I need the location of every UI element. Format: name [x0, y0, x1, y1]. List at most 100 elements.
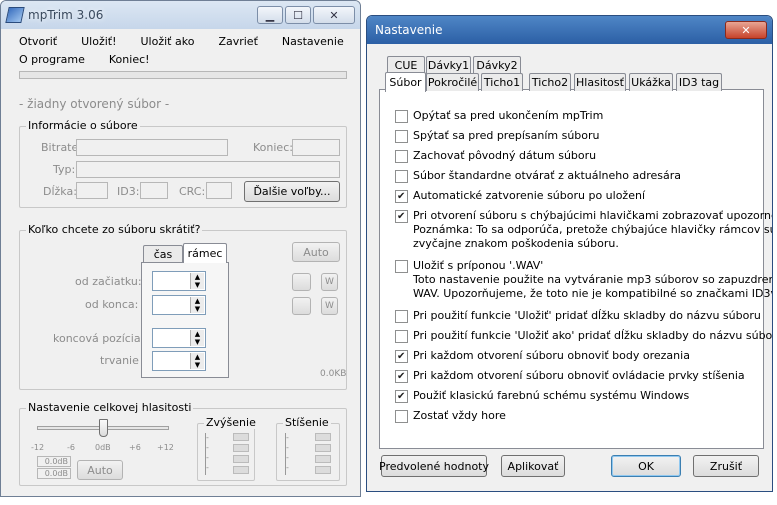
option-text: Použiť klasickú farebnú schému systému W…	[413, 389, 689, 403]
volume-tick-m6: -6	[67, 443, 75, 452]
volume-slider-thumb[interactable]	[99, 419, 108, 437]
close-button[interactable]: ✕	[313, 6, 355, 24]
option-note-line: Poznámka: To sa odporúča, pretože chýbaj…	[413, 223, 773, 236]
option-checkbox[interactable]	[395, 150, 408, 163]
volume-auto-button[interactable]: Auto	[77, 460, 123, 480]
option-row[interactable]: Zostať vždy hore	[395, 409, 506, 423]
tab-frame[interactable]: rámec	[183, 243, 227, 263]
option-label: Spýtať sa pred prepísaním súboru	[413, 129, 600, 142]
option-checkbox[interactable]	[395, 110, 408, 123]
option-checkbox[interactable]	[395, 190, 408, 203]
option-text: Pri každom otvorení súboru obnoviť ovlád…	[413, 369, 745, 383]
tab-advanced[interactable]: Pokročilé	[426, 73, 479, 91]
option-row[interactable]: Pri otvorení súboru s chýbajúcimi hlavič…	[395, 209, 773, 251]
increase-curve-1[interactable]	[233, 433, 249, 441]
end-position-spinner[interactable]: ▲ ▼	[152, 328, 206, 348]
tab-file[interactable]: Súbor	[385, 72, 426, 92]
increase-curve-3[interactable]	[233, 455, 249, 463]
option-checkbox[interactable]	[395, 350, 408, 363]
option-text: Zostať vždy hore	[413, 409, 506, 423]
tab-volume[interactable]: Hlasitosť	[574, 73, 626, 91]
trim-end-w-button[interactable]: W	[321, 297, 338, 315]
more-options-button[interactable]: Ďalšie voľby...	[244, 181, 340, 202]
option-checkbox[interactable]	[395, 330, 408, 343]
option-note-line: WAV. Upozorňujeme, že toto nie je kompat…	[413, 287, 773, 300]
menu-save[interactable]: Uložiť!	[81, 35, 116, 52]
menu-open[interactable]: Otvoriť	[19, 35, 57, 52]
settings-close-button[interactable]: ✕	[725, 21, 767, 39]
minimize-button[interactable]: ▁	[257, 6, 283, 24]
duration-label: trvanie	[100, 354, 139, 367]
duration-spinner[interactable]: ▲ ▼	[152, 351, 206, 371]
option-checkbox[interactable]	[395, 370, 408, 383]
menu-exit[interactable]: Koniec!	[109, 53, 150, 66]
tab-id3[interactable]: ID3 tag	[676, 73, 722, 91]
decrease-curve-1[interactable]	[315, 433, 331, 441]
option-row[interactable]: Použiť klasickú farebnú schému systému W…	[395, 389, 689, 403]
option-checkbox[interactable]	[395, 390, 408, 403]
decrease-slider[interactable]: ----	[285, 433, 297, 475]
tab-preview[interactable]: Ukážka	[629, 73, 673, 91]
option-row[interactable]: Zachovať pôvodný dátum súboru	[395, 149, 596, 163]
decrease-title: Stíšenie	[283, 416, 331, 429]
option-label: Opýtať sa pred ukončením mpTrim	[413, 109, 604, 122]
option-row[interactable]: Spýtať sa pred prepísaním súboru	[395, 129, 600, 143]
tab-batch1[interactable]: Dávky1	[426, 56, 471, 74]
decrease-curve-3[interactable]	[315, 455, 331, 463]
option-checkbox[interactable]	[395, 210, 408, 223]
option-label: Súbor štandardne otvárať z aktuálneho ad…	[413, 169, 681, 182]
db-field-1: 0.0dB	[37, 456, 71, 467]
tab-silence1[interactable]: Ticho1	[481, 73, 523, 91]
menu-bar: Otvoriť Uložiť! Uložiť ako Zavrieť Nasta…	[19, 35, 356, 66]
option-label: Pri použití funkcie 'Uložiť ako' pridať …	[413, 329, 773, 342]
menu-close[interactable]: Zavrieť	[218, 35, 257, 52]
option-row[interactable]: Súbor štandardne otvárať z aktuálneho ad…	[395, 169, 681, 183]
decrease-curve-4[interactable]	[315, 466, 331, 474]
menu-settings[interactable]: Nastavenie	[282, 35, 344, 52]
trim-end-play-button[interactable]	[292, 297, 311, 315]
defaults-button[interactable]: Predvolené hodnoty	[379, 455, 489, 477]
option-text: Pri každom otvorení súboru obnoviť body …	[413, 349, 690, 363]
bitrate-field	[76, 139, 228, 156]
tab-silence2[interactable]: Ticho2	[529, 73, 571, 91]
from-end-spinner[interactable]: ▲ ▼	[152, 295, 206, 315]
option-row[interactable]: Pri každom otvorení súboru obnoviť ovlád…	[395, 369, 745, 383]
no-file-label: - žiadny otvorený súbor -	[19, 97, 170, 111]
from-start-label: od začiatku:	[75, 275, 142, 288]
apply-button[interactable]: Aplikovať	[501, 455, 565, 477]
end-label: Koniec:	[253, 141, 293, 154]
option-row[interactable]: Pri každom otvorení súboru obnoviť body …	[395, 349, 690, 363]
tab-batch2[interactable]: Dávky2	[473, 56, 521, 74]
ok-button[interactable]: OK	[611, 455, 681, 477]
option-row[interactable]: Opýtať sa pred ukončením mpTrim	[395, 109, 603, 123]
tab-time[interactable]: čas	[143, 245, 183, 263]
option-row[interactable]: Pri použití funkcie 'Uložiť' pridať dĺžk…	[395, 309, 761, 323]
increase-slider[interactable]: ----	[205, 433, 217, 475]
option-row[interactable]: Uložiť s príponou '.WAV' Toto nastavenie …	[395, 259, 773, 301]
option-row[interactable]: Automatické zatvorenie súboru po uložení	[395, 189, 645, 203]
length-field	[76, 182, 108, 199]
settings-titlebar[interactable]: Nastavenie ✕	[367, 16, 772, 44]
option-checkbox[interactable]	[395, 260, 408, 273]
trim-start-play-button[interactable]	[292, 273, 311, 291]
option-checkbox[interactable]	[395, 130, 408, 143]
main-titlebar[interactable]: mpTrim 3.06 ▁ ☐ ✕	[1, 1, 360, 29]
option-checkbox[interactable]	[395, 410, 408, 423]
menu-about[interactable]: O programe	[19, 53, 85, 66]
option-checkbox[interactable]	[395, 170, 408, 183]
cancel-button[interactable]: Zrušiť	[693, 455, 759, 477]
decrease-curve-2[interactable]	[315, 444, 331, 452]
from-start-spinner[interactable]: ▲ ▼	[152, 271, 206, 291]
trim-start-w-button[interactable]: W	[321, 273, 338, 291]
length-label: Dĺžka:	[43, 185, 77, 198]
increase-curve-2[interactable]	[233, 444, 249, 452]
increase-curve-4[interactable]	[233, 466, 249, 474]
maximize-button[interactable]: ☐	[285, 6, 311, 24]
option-text: Zachovať pôvodný dátum súboru	[413, 149, 596, 163]
option-label: Pri otvorení súboru s chýbajúcimi hlavič…	[413, 209, 773, 222]
option-checkbox[interactable]	[395, 310, 408, 323]
menu-save-as[interactable]: Uložiť ako	[141, 35, 195, 52]
option-row[interactable]: Pri použití funkcie 'Uložiť ako' pridať …	[395, 329, 773, 343]
trim-auto-button[interactable]: Auto	[292, 242, 340, 262]
settings-window: Nastavenie ✕ CUE Dávky1 Dávky2 Súbor Pok…	[366, 15, 773, 492]
